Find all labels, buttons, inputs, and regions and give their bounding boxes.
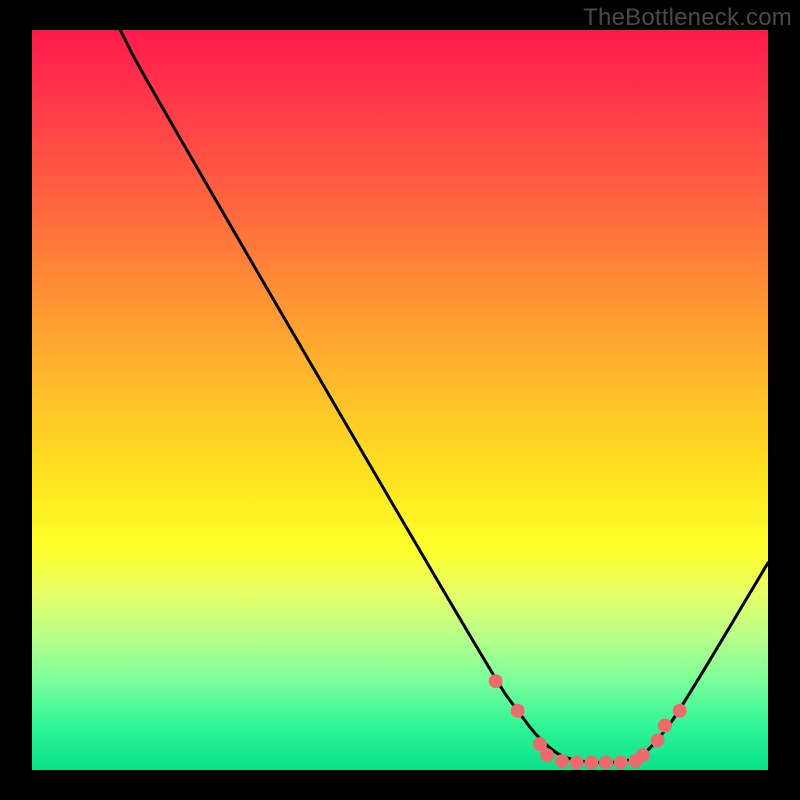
- main-curve: [120, 30, 768, 763]
- marker-dot: [673, 704, 687, 718]
- marker-dot: [599, 756, 613, 770]
- marker-dot: [651, 733, 665, 747]
- marker-dot: [584, 756, 598, 770]
- plot-area: [32, 30, 768, 770]
- marker-dot: [570, 756, 584, 770]
- marker-dot: [614, 756, 628, 770]
- marker-dot: [636, 748, 650, 762]
- watermark-text: TheBottleneck.com: [583, 4, 792, 32]
- chart-frame: { "watermark": "TheBottleneck.com", "cha…: [0, 0, 800, 800]
- marker-dot: [658, 719, 672, 733]
- marker-dot: [511, 704, 525, 718]
- chart-svg: [32, 30, 768, 770]
- marker-dot: [555, 754, 569, 768]
- marker-dot: [540, 748, 554, 762]
- marker-group: [489, 674, 687, 769]
- marker-dot: [489, 674, 503, 688]
